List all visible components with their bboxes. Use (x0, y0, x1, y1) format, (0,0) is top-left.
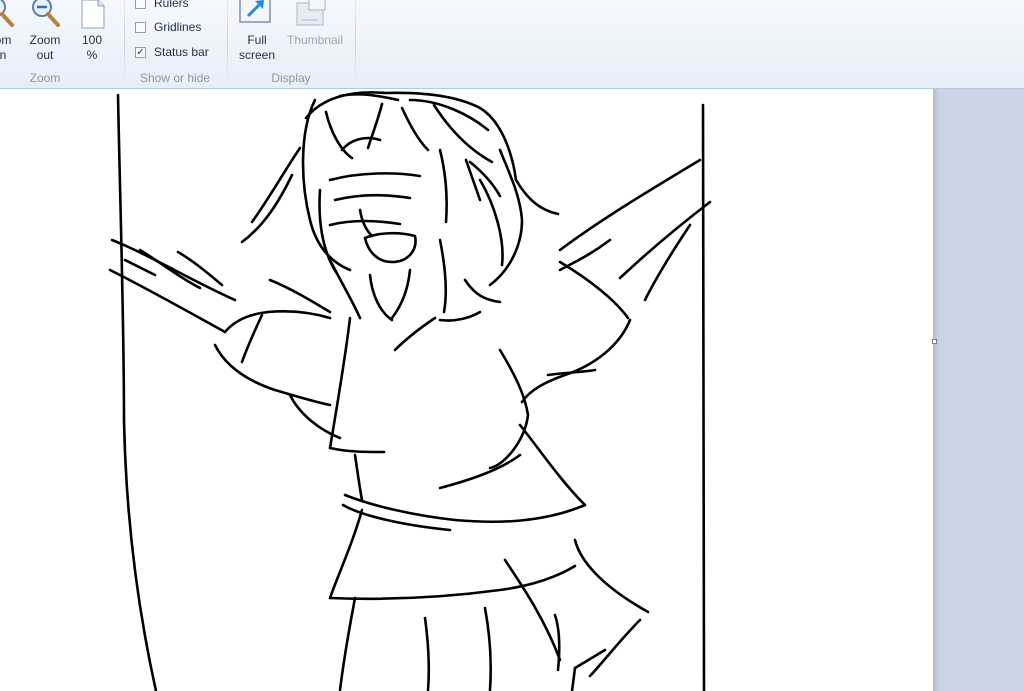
hair-stroke (400, 106, 430, 152)
zoom-in-icon (0, 0, 14, 27)
skirt-stroke (423, 616, 431, 691)
face-stroke (328, 172, 422, 182)
sleeve-stroke (213, 343, 332, 407)
zoom-out-label: Zoom out (29, 33, 61, 62)
full-screen-icon (239, 0, 271, 23)
gridlines-checkbox-row[interactable]: Gridlines (135, 18, 201, 36)
group-divider (355, 0, 356, 82)
sleeve-stroke (546, 368, 597, 377)
skirt-stroke (328, 508, 364, 600)
display-group-label: Display (271, 71, 311, 85)
hair-stroke (514, 178, 560, 216)
mouth-stroke (363, 231, 417, 264)
checkmark-icon: ✓ (136, 46, 145, 58)
skirt-stroke (588, 618, 642, 678)
skirt-stroke (553, 613, 561, 672)
frame-left-line (116, 93, 158, 691)
rulers-label: Rulers (154, 0, 189, 10)
arm-stroke (138, 248, 202, 290)
skirt-stroke (328, 564, 577, 601)
hair-stroke (324, 110, 354, 160)
thumbnail-button[interactable]: Thumbnail (280, 0, 350, 68)
zoom-group-label: Zoom (29, 71, 61, 85)
body-stroke (353, 453, 364, 502)
arm-stroke (110, 238, 237, 302)
body-stroke (438, 453, 522, 490)
rulers-checkbox-row[interactable]: Rulers (135, 0, 189, 12)
canvas-edge-shadow (933, 89, 939, 691)
hair-stroke (438, 238, 448, 314)
face-stroke (438, 148, 448, 224)
body-stroke (328, 446, 386, 454)
skirt-stroke (573, 538, 650, 614)
show-or-hide-group-label: Show or hide (139, 71, 211, 85)
full-screen-button[interactable]: Full screen (236, 0, 278, 68)
hair-stroke (268, 278, 332, 314)
sleeve-stroke (223, 309, 332, 334)
zoom-out-icon (32, 0, 60, 27)
hair-stroke (488, 148, 524, 287)
drawing-canvas[interactable] (0, 89, 933, 691)
sleeve-stroke (520, 318, 632, 404)
body-stroke (518, 423, 587, 507)
canvas-resize-handle[interactable] (932, 339, 937, 344)
skirt-stroke (503, 558, 562, 662)
rulers-checkbox[interactable] (135, 0, 146, 9)
body-stroke (393, 316, 437, 352)
zoom-group: om n Zoom out 100 % Zoom (0, 0, 124, 89)
hair-stroke (368, 273, 394, 322)
status-bar-checkbox[interactable]: ✓ (135, 46, 146, 58)
sleeve-stroke (240, 313, 264, 364)
status-bar-label: Status bar (154, 45, 209, 59)
page-icon (81, 0, 105, 29)
workspace (0, 89, 1024, 691)
skirt-stroke (338, 596, 357, 691)
hair-stroke (301, 98, 352, 272)
gridlines-label: Gridlines (154, 20, 202, 34)
sketch-drawing (108, 91, 712, 691)
ribbon-view-tab: om n Zoom out 100 % Zoom (0, 0, 1024, 89)
hair-stroke (338, 93, 400, 102)
paint-window: om n Zoom out 100 % Zoom (0, 0, 1024, 691)
frame-right-line (701, 103, 706, 691)
face-stroke (358, 208, 374, 238)
hair-stroke (390, 268, 412, 320)
zoom-out-button[interactable]: Zoom out (24, 0, 66, 68)
hair-stroke (250, 146, 302, 224)
zoom-100-button[interactable]: 100 % (74, 0, 110, 68)
skirt-stroke (570, 666, 577, 691)
hair-stroke (463, 278, 502, 304)
skirt-stroke (483, 606, 493, 691)
thumbnail-icon (296, 0, 326, 26)
arm-stroke (108, 268, 227, 334)
arm-stroke (558, 158, 702, 252)
hair-stroke (304, 91, 518, 182)
zoom-in-button[interactable]: om n (0, 0, 20, 68)
thumbnail-label: Thumbnail (286, 33, 344, 47)
face-stroke (333, 193, 412, 202)
arm-stroke (123, 258, 157, 277)
face-stroke (340, 136, 382, 152)
sleeve-stroke (558, 260, 630, 320)
body-stroke (488, 348, 530, 470)
status-bar-checkbox-row[interactable]: ✓ Status bar (135, 43, 209, 61)
body-stroke (328, 316, 352, 450)
hair-stroke (240, 173, 294, 244)
full-screen-label: Full screen (238, 33, 276, 62)
display-group: Full screen Thumbnail Display (228, 0, 354, 89)
zoom-100-label: 100 % (81, 33, 103, 62)
hair-stroke (366, 102, 384, 150)
zoom-in-label: om n (0, 33, 12, 62)
body-stroke (438, 310, 482, 322)
gridlines-checkbox[interactable] (135, 21, 146, 33)
